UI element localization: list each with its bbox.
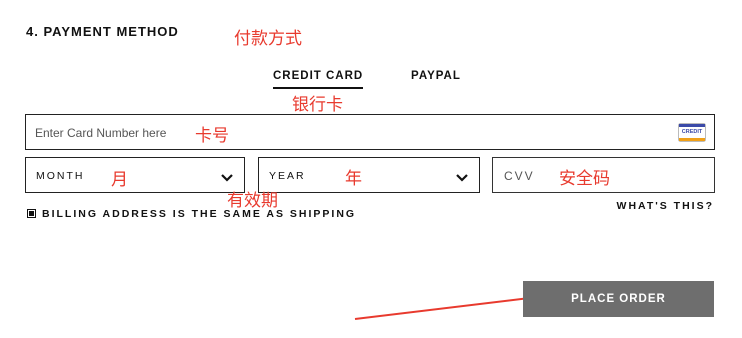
annotation-year: 年 <box>345 169 362 189</box>
month-select[interactable]: MONTH 月 <box>25 157 245 193</box>
annotation-month: 月 <box>111 170 128 190</box>
annotation-card-number: 卡号 <box>195 126 229 146</box>
credit-card-icon-text: CREDIT <box>681 129 703 135</box>
tab-credit-card-label: CREDIT CARD <box>273 70 364 82</box>
billing-same-as-shipping[interactable]: BILLING ADDRESS IS THE SAME AS SHIPPING <box>27 208 356 220</box>
year-select-value: YEAR <box>269 170 306 182</box>
section-title: 4. PAYMENT METHOD <box>26 24 179 39</box>
chevron-down-icon <box>455 170 469 188</box>
tab-paypal[interactable]: PAYPAL <box>411 70 461 82</box>
tab-paypal-label: PAYPAL <box>411 70 461 82</box>
active-tab-underline <box>273 87 364 89</box>
annotation-credit-card: 银行卡 <box>292 95 343 115</box>
card-number-field[interactable]: 卡号 CREDIT <box>25 114 715 150</box>
cvv-input[interactable]: CVV <box>504 169 535 183</box>
annotation-cvv: 安全码 <box>559 169 610 189</box>
annotation-payment-method: 付款方式 <box>234 29 302 49</box>
year-select[interactable]: YEAR 年 <box>258 157 480 193</box>
billing-label: BILLING ADDRESS IS THE SAME AS SHIPPING <box>42 208 357 220</box>
cvv-field[interactable]: CVV 安全码 <box>492 157 715 193</box>
whats-this-link[interactable]: WHAT'S THIS? <box>617 200 714 212</box>
tab-credit-card[interactable]: CREDIT CARD <box>273 70 364 89</box>
billing-checkbox[interactable] <box>27 209 36 218</box>
month-select-value: MONTH <box>36 170 85 182</box>
card-number-input[interactable] <box>35 124 555 142</box>
place-order-button[interactable]: PLACE ORDER <box>523 281 714 317</box>
credit-card-icon: CREDIT <box>678 123 706 142</box>
